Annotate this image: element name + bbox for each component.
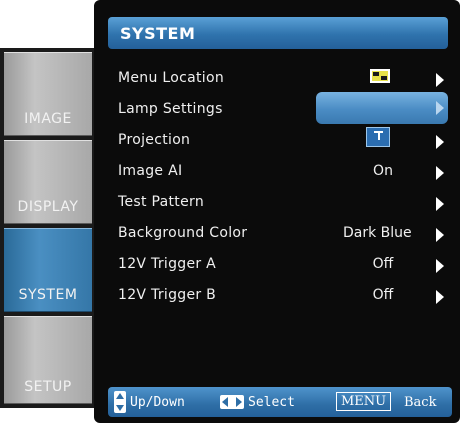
- tab-display[interactable]: DISPLAY: [4, 140, 92, 224]
- right-arrow-icon[interactable]: [436, 73, 444, 87]
- menu-item-label: Background Color: [118, 225, 248, 241]
- menu-location-icon: [370, 69, 390, 83]
- hint-select: Select: [248, 395, 295, 410]
- category-tabs: IMAGE DISPLAY SYSTEM SETUP: [0, 48, 94, 408]
- menu-item-label: Projection: [118, 132, 191, 148]
- tab-setup-label: SETUP: [24, 379, 72, 395]
- menu-item-projection[interactable]: Projection: [118, 127, 452, 154]
- menu-item-image-ai[interactable]: Image AI On: [118, 159, 452, 185]
- menu-item-menu-location[interactable]: Menu Location: [118, 66, 452, 92]
- menu-item-value: Dark Blue: [343, 225, 412, 241]
- menu-item-label: Menu Location: [118, 70, 225, 86]
- tab-image[interactable]: IMAGE: [4, 52, 92, 136]
- hint-updown: Up/Down: [130, 395, 185, 410]
- navigation-hint-bar: Up/Down Select MENU Back: [108, 387, 452, 417]
- right-arrow-icon[interactable]: [436, 166, 444, 180]
- right-arrow-icon[interactable]: [436, 135, 444, 149]
- menu-item-value: Off: [372, 287, 394, 303]
- menu-item-label: 12V Trigger B: [118, 287, 217, 303]
- right-arrow-icon[interactable]: [436, 259, 444, 273]
- projection-icon: [366, 127, 390, 147]
- menu-item-label: 12V Trigger A: [118, 256, 217, 272]
- menu-item-12v-trigger-b[interactable]: 12V Trigger B Off: [118, 283, 452, 309]
- menu-item-test-pattern[interactable]: Test Pattern: [118, 190, 452, 216]
- menu-item-lamp-settings[interactable]: Lamp Settings: [118, 97, 452, 123]
- tab-system-label: SYSTEM: [18, 287, 78, 303]
- system-menu-panel: SYSTEM Menu Location Lamp Settings Proje…: [94, 0, 460, 423]
- right-arrow-icon[interactable]: [436, 228, 444, 242]
- menu-item-value: On: [373, 163, 393, 179]
- up-down-icon: [114, 391, 126, 413]
- tab-setup[interactable]: SETUP: [4, 316, 92, 404]
- menu-item-value: Off: [372, 256, 394, 272]
- menu-key-icon: MENU: [336, 392, 392, 411]
- right-arrow-icon[interactable]: [436, 197, 444, 211]
- left-right-icon: [220, 395, 244, 409]
- menu-item-label: Test Pattern: [118, 194, 204, 210]
- tab-system[interactable]: SYSTEM: [4, 228, 92, 312]
- hint-back: Back: [404, 395, 437, 410]
- panel-title: SYSTEM: [108, 17, 448, 49]
- menu-item-12v-trigger-a[interactable]: 12V Trigger A Off: [118, 252, 452, 278]
- menu-item-background-color[interactable]: Background Color Dark Blue: [118, 221, 452, 247]
- menu-item-label: Image AI: [118, 163, 183, 179]
- right-arrow-icon[interactable]: [436, 290, 444, 304]
- menu-item-label: Lamp Settings: [118, 101, 223, 117]
- tab-image-label: IMAGE: [24, 111, 72, 127]
- tab-display-label: DISPLAY: [17, 199, 79, 215]
